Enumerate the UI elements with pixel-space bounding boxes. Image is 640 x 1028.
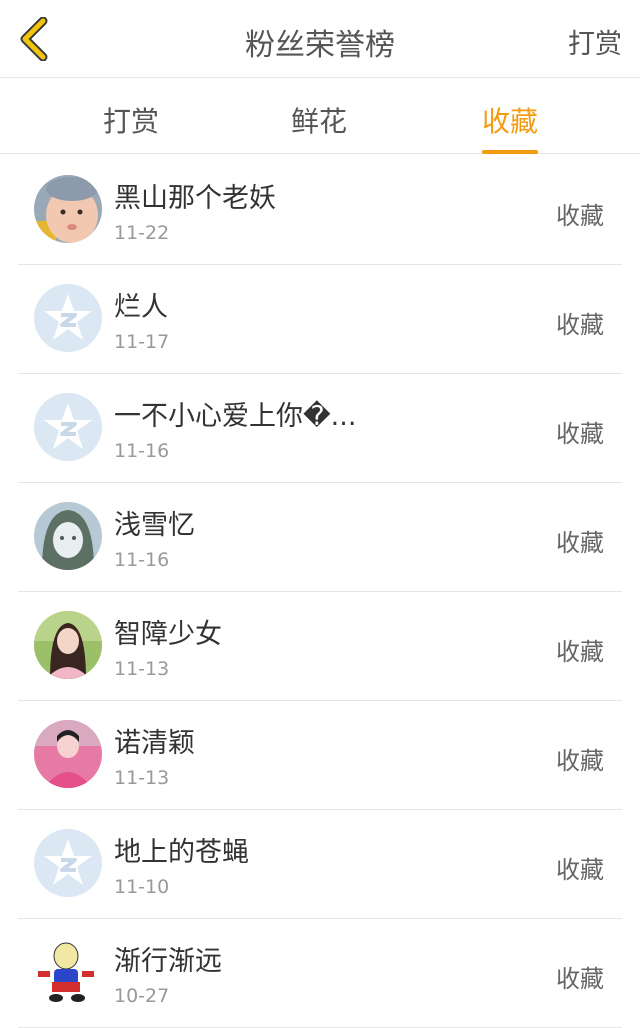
tab-label: 打赏: [103, 105, 160, 138]
avatar[interactable]: [34, 284, 102, 352]
fan-date: 11-22: [114, 222, 170, 244]
fan-name: 智障少女: [114, 619, 222, 650]
fan-row[interactable]: 渐行渐远 10-27 收藏: [18, 919, 622, 1028]
active-tab-indicator: [482, 150, 539, 154]
avatar[interactable]: [34, 611, 102, 679]
avatar[interactable]: [34, 829, 102, 897]
avatar[interactable]: [34, 393, 102, 461]
fan-row[interactable]: 烂人 11-17 收藏: [18, 265, 622, 374]
fan-list: 黑山那个老妖 11-22 收藏 烂人 11-17 收藏 一不小心爱上你�... 11-16 收藏…: [18, 156, 622, 1028]
tab-bar: 打赏 鲜花 收藏: [0, 78, 640, 154]
fan-name: 浅雪忆: [114, 510, 195, 541]
fan-date: 11-16: [114, 549, 170, 571]
fan-date: 10-27: [114, 985, 170, 1007]
fan-row[interactable]: 一不小心爱上你�... 11-16 收藏: [18, 374, 622, 483]
fan-date: 11-10: [114, 876, 170, 898]
tab-flowers[interactable]: 鲜花: [291, 100, 347, 140]
fan-name: 一不小心爱上你�...: [114, 401, 357, 432]
fan-action-label: 收藏: [556, 420, 604, 448]
fan-action-label: 收藏: [556, 202, 604, 230]
avatar[interactable]: [34, 175, 102, 243]
fan-action-label: 收藏: [556, 311, 604, 339]
fan-date: 11-16: [114, 440, 170, 462]
fan-date: 11-13: [114, 658, 170, 680]
fan-action-label: 收藏: [556, 747, 604, 775]
tip-button[interactable]: 打赏: [568, 22, 622, 61]
fan-name: 地上的苍蝇: [114, 837, 249, 868]
fan-action-label: 收藏: [556, 965, 604, 993]
fan-date: 11-17: [114, 331, 170, 353]
fan-date: 11-13: [114, 767, 170, 789]
fan-row[interactable]: 地上的苍蝇 11-10 收藏: [18, 810, 622, 919]
tab-label: 鲜花: [291, 105, 348, 138]
fan-row[interactable]: 浅雪忆 11-16 收藏: [18, 483, 622, 592]
top-bar: 粉丝荣誉榜 打赏: [0, 0, 640, 78]
fan-name: 烂人: [114, 292, 168, 323]
tab-tip[interactable]: 打赏: [103, 100, 159, 140]
page-title: 粉丝荣誉榜: [245, 28, 395, 63]
avatar[interactable]: [34, 502, 102, 570]
fan-name: 诺清颖: [114, 728, 195, 759]
fan-name: 渐行渐远: [114, 946, 222, 977]
fan-row[interactable]: 智障少女 11-13 收藏: [18, 592, 622, 701]
fan-name: 黑山那个老妖: [114, 183, 276, 214]
tab-favorites[interactable]: 收藏: [482, 100, 539, 154]
fan-action-label: 收藏: [556, 856, 604, 884]
tab-label: 收藏: [482, 105, 539, 138]
fan-action-label: 收藏: [556, 529, 604, 557]
fan-action-label: 收藏: [556, 638, 604, 666]
avatar[interactable]: [34, 720, 102, 788]
avatar[interactable]: [34, 938, 102, 1006]
fan-row[interactable]: 诺清颖 11-13 收藏: [18, 701, 622, 810]
fan-row[interactable]: 黑山那个老妖 11-22 收藏: [18, 156, 622, 265]
